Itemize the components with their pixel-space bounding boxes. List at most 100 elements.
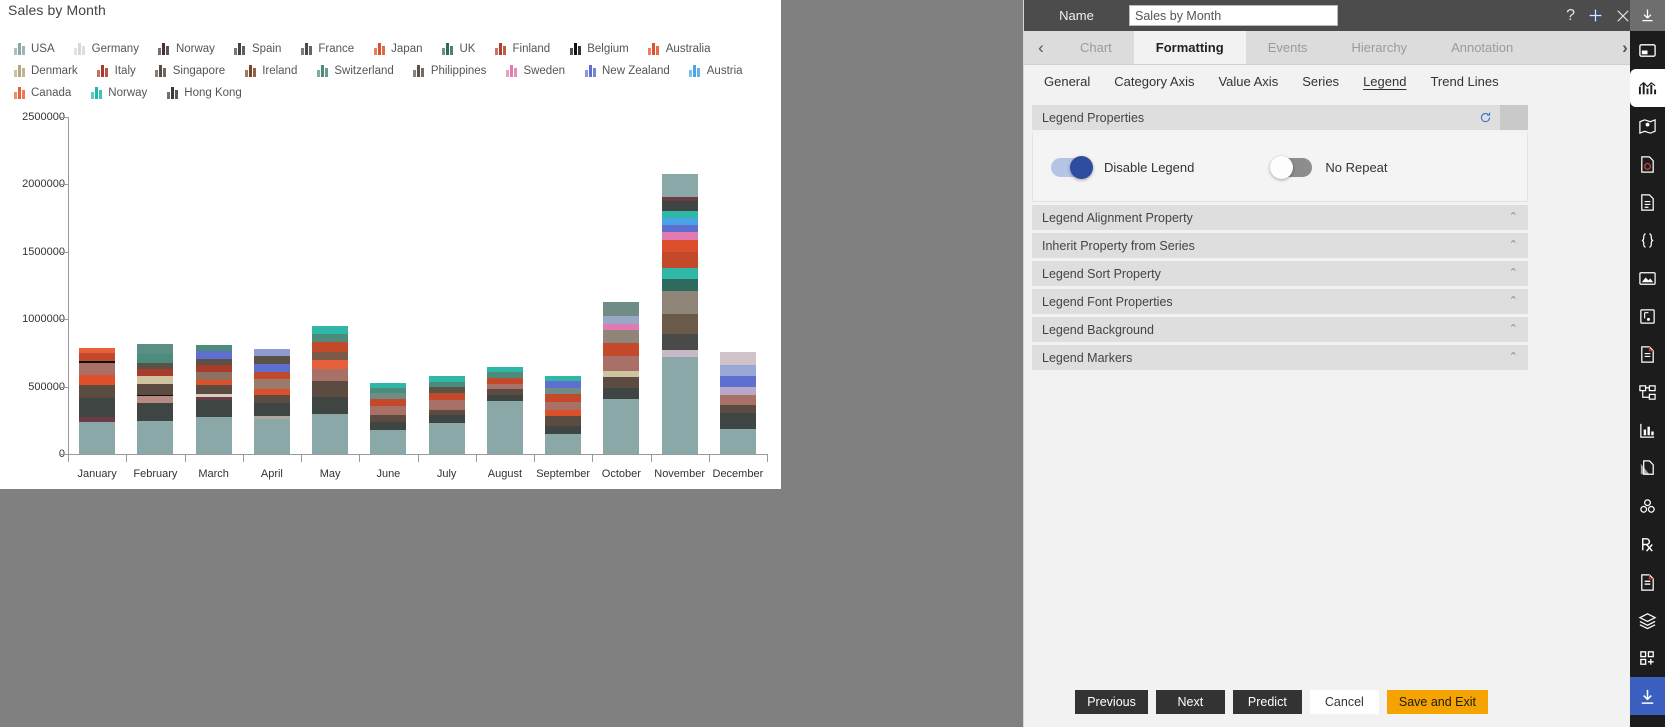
bar-segment[interactable]: [545, 434, 582, 454]
bar-segment[interactable]: [253, 356, 290, 364]
legend-item[interactable]: Spain: [233, 38, 281, 60]
bar-segment[interactable]: [603, 330, 640, 344]
bar-segment[interactable]: [719, 351, 756, 365]
bar-segment[interactable]: [312, 351, 349, 360]
bar-segment[interactable]: [79, 421, 116, 454]
bar-segment[interactable]: [79, 363, 116, 376]
bar-segment[interactable]: [195, 371, 232, 380]
bar-segment[interactable]: [661, 333, 698, 350]
bar-segment[interactable]: [603, 370, 640, 378]
table-row[interactable]: [195, 345, 232, 454]
cancel-button[interactable]: Cancel: [1309, 690, 1379, 714]
tab-annotation[interactable]: Annotation: [1429, 31, 1535, 64]
bar-segment[interactable]: [370, 421, 407, 431]
legend-item[interactable]: Belgium: [568, 38, 629, 60]
table-row[interactable]: [428, 376, 465, 454]
bar-segment[interactable]: [195, 416, 232, 454]
bar-segment[interactable]: [661, 314, 698, 334]
bar-segment[interactable]: [545, 394, 582, 403]
rail-file-list-icon[interactable]: [1630, 563, 1665, 601]
move-icon[interactable]: [1588, 8, 1603, 23]
chevron-up-icon[interactable]: ⌃: [1509, 324, 1518, 335]
bar-segment[interactable]: [253, 403, 290, 417]
bar-segment[interactable]: [137, 375, 174, 385]
toggle-disable-legend[interactable]: [1051, 155, 1093, 179]
bar-segment[interactable]: [253, 395, 290, 404]
bar-segment[interactable]: [312, 396, 349, 414]
table-row[interactable]: [253, 349, 290, 454]
table-row[interactable]: [79, 348, 116, 454]
bar-segment[interactable]: [719, 428, 756, 454]
legend-item[interactable]: Philippines: [412, 60, 486, 82]
name-input[interactable]: [1129, 5, 1338, 26]
bar-segment[interactable]: [661, 218, 698, 226]
rail-file-report-icon[interactable]: [1630, 335, 1665, 373]
bar-segment[interactable]: [79, 353, 116, 362]
tab-formatting[interactable]: Formatting: [1133, 31, 1246, 64]
section-header-legend-background[interactable]: Legend Background ⌃: [1032, 317, 1528, 342]
bar-segment[interactable]: [661, 268, 698, 280]
bar-segment[interactable]: [79, 397, 116, 417]
rail-layers-icon[interactable]: [1630, 601, 1665, 639]
chevron-up-icon[interactable]: ⌃: [1509, 240, 1518, 251]
bar-segment[interactable]: [253, 349, 290, 357]
subtab-trend-lines[interactable]: Trend Lines: [1418, 65, 1510, 98]
legend-item[interactable]: Hong Kong: [165, 82, 242, 104]
bar-segment[interactable]: [428, 414, 465, 424]
bar-segment[interactable]: [545, 402, 582, 411]
subtab-category-axis[interactable]: Category Axis: [1102, 65, 1206, 98]
subtab-series[interactable]: Series: [1290, 65, 1351, 98]
bar-segment[interactable]: [719, 387, 756, 396]
legend-item[interactable]: Australia: [647, 38, 711, 60]
rail-bar-analytics-icon[interactable]: [1630, 411, 1665, 449]
rail-map-icon[interactable]: [1630, 107, 1665, 145]
rail-hierarchy-icon[interactable]: [1630, 373, 1665, 411]
bar-segment[interactable]: [603, 399, 640, 454]
legend-item[interactable]: Denmark: [12, 60, 78, 82]
rail-prescription-icon[interactable]: [1630, 525, 1665, 563]
bar-segment[interactable]: [137, 343, 174, 354]
legend-item[interactable]: Italy: [96, 60, 136, 82]
rail-add-grid-icon[interactable]: [1630, 639, 1665, 677]
bar-segment[interactable]: [719, 412, 756, 429]
table-row[interactable]: [661, 174, 698, 454]
table-row[interactable]: [603, 302, 640, 454]
bar-segment[interactable]: [661, 279, 698, 291]
bar-segment[interactable]: [195, 350, 232, 359]
next-button[interactable]: Next: [1155, 690, 1225, 714]
bar-segment[interactable]: [719, 395, 756, 405]
legend-item[interactable]: Japan: [372, 38, 423, 60]
save-and-exit-button[interactable]: Save and Exit: [1386, 690, 1488, 714]
bar-segment[interactable]: [661, 290, 698, 315]
previous-button[interactable]: Previous: [1075, 690, 1148, 714]
bar-segment[interactable]: [603, 302, 640, 316]
bar-segment[interactable]: [312, 326, 349, 334]
chevron-up-icon[interactable]: ⌃: [1509, 212, 1518, 223]
bar-segment[interactable]: [719, 404, 756, 413]
table-row[interactable]: [545, 376, 582, 454]
bar-segment[interactable]: [661, 240, 698, 253]
bar-segment[interactable]: [661, 252, 698, 269]
section-header-legend-font-properties[interactable]: Legend Font Properties ⌃: [1032, 289, 1528, 314]
legend-item[interactable]: Austria: [688, 60, 743, 82]
rail-download-icon[interactable]: [1630, 677, 1665, 715]
tab-hierarchy[interactable]: Hierarchy: [1329, 31, 1429, 64]
table-row[interactable]: [137, 343, 174, 454]
bar-segment[interactable]: [603, 377, 640, 389]
bar-segment[interactable]: [603, 355, 640, 371]
bar-segment[interactable]: [312, 342, 349, 352]
bar-segment[interactable]: [79, 375, 116, 385]
tab-events[interactable]: Events: [1246, 31, 1330, 64]
close-icon[interactable]: [1616, 9, 1630, 23]
legend-item[interactable]: Ireland: [243, 60, 297, 82]
bar-segment[interactable]: [370, 399, 407, 407]
bar-segment[interactable]: [253, 378, 290, 389]
bar-segment[interactable]: [661, 357, 698, 454]
bar-segment[interactable]: [253, 363, 290, 372]
rail-code-braces-icon[interactable]: [1630, 221, 1665, 259]
section-header-legend-properties[interactable]: Legend Properties: [1032, 105, 1528, 130]
chevron-up-icon[interactable]: ⌃: [1509, 296, 1518, 307]
bar-segment[interactable]: [312, 359, 349, 370]
bar-segment[interactable]: [661, 349, 698, 358]
table-row[interactable]: [486, 366, 523, 454]
